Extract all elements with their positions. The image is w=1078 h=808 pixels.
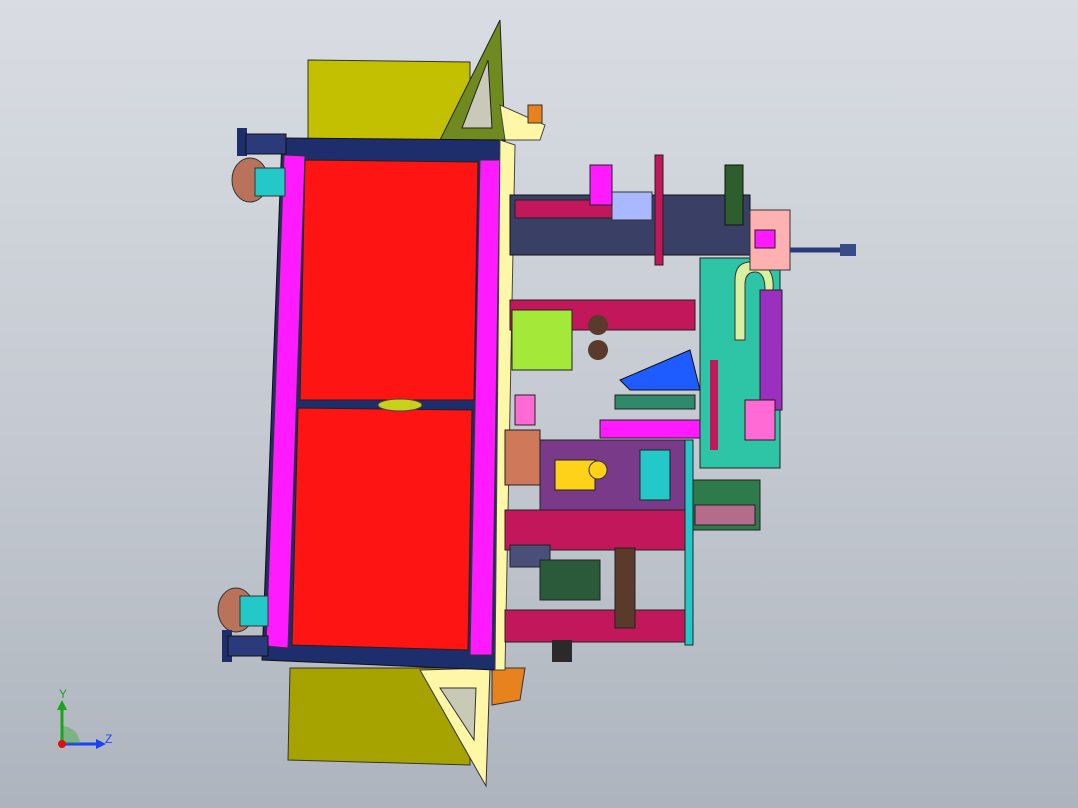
top-support-assembly	[307, 19, 546, 141]
x-axis-point	[58, 740, 66, 748]
caster-bottom	[217, 587, 269, 662]
y-axis-label: Y	[59, 687, 67, 701]
orientation-triad: Y Z	[57, 687, 112, 749]
z-axis-label: Z	[105, 732, 112, 746]
main-frame	[261, 137, 516, 671]
y-axis-arrowhead	[57, 700, 67, 710]
caster-top	[231, 128, 287, 203]
mechanism-assembly	[504, 154, 856, 662]
red-panel-upper	[299, 159, 479, 401]
cad-model-viewport[interactable]	[0, 0, 1078, 808]
red-panel-lower	[291, 407, 473, 651]
bottom-support-assembly	[287, 667, 526, 788]
